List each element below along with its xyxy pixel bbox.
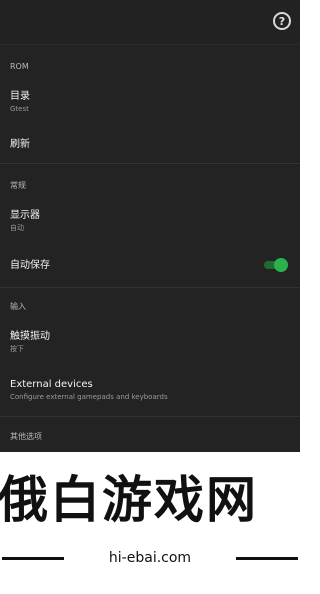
settings-screen: ? ROM 目录 Gtest 刷新 常规 显示器 自动 自动保存 输入 触摸振动… [0, 0, 300, 452]
help-glyph: ? [278, 14, 286, 28]
refresh-title: 刷新 [10, 139, 30, 150]
haptic-value: 按下 [10, 345, 24, 353]
setting-directory[interactable]: 目录 Gtest [0, 84, 300, 118]
directory-title: 目录 [10, 91, 30, 102]
display-title: 显示器 [10, 210, 40, 221]
directory-path: Gtest [10, 105, 29, 113]
watermark-url: hi-ebai.com [108, 550, 192, 566]
watermark-logo-text: 俄白游戏网 [0, 470, 258, 529]
watermark-line-left [2, 557, 64, 560]
divider [0, 416, 300, 417]
watermark-line-right [236, 557, 298, 560]
help-icon[interactable]: ? [273, 12, 291, 30]
divider [0, 163, 300, 164]
setting-display[interactable]: 显示器 自动 [0, 204, 300, 238]
external-devices-title: External devices [10, 379, 93, 390]
setting-refresh[interactable]: 刷新 [0, 132, 300, 158]
autosave-toggle[interactable] [264, 258, 288, 272]
setting-external-devices[interactable]: External devices Configure external game… [0, 373, 300, 407]
haptic-title: 触摸振动 [10, 331, 50, 342]
toggle-thumb [274, 258, 288, 272]
section-header-rom: ROM [10, 62, 29, 71]
divider [0, 287, 300, 288]
external-devices-description: Configure external gamepads and keyboard… [10, 393, 168, 401]
section-header-other: 其他选项 [10, 432, 42, 441]
watermark-banner: 俄白游戏网 hi-ebai.com [0, 452, 300, 594]
setting-haptic-feedback[interactable]: 触摸振动 按下 [0, 325, 300, 359]
display-value: 自动 [10, 224, 24, 232]
top-app-bar: ? [0, 0, 300, 45]
autosave-title: 自动保存 [10, 260, 50, 271]
section-header-general: 常规 [10, 181, 26, 190]
setting-autosave[interactable]: 自动保存 [0, 252, 300, 280]
section-header-input: 输入 [10, 302, 26, 311]
